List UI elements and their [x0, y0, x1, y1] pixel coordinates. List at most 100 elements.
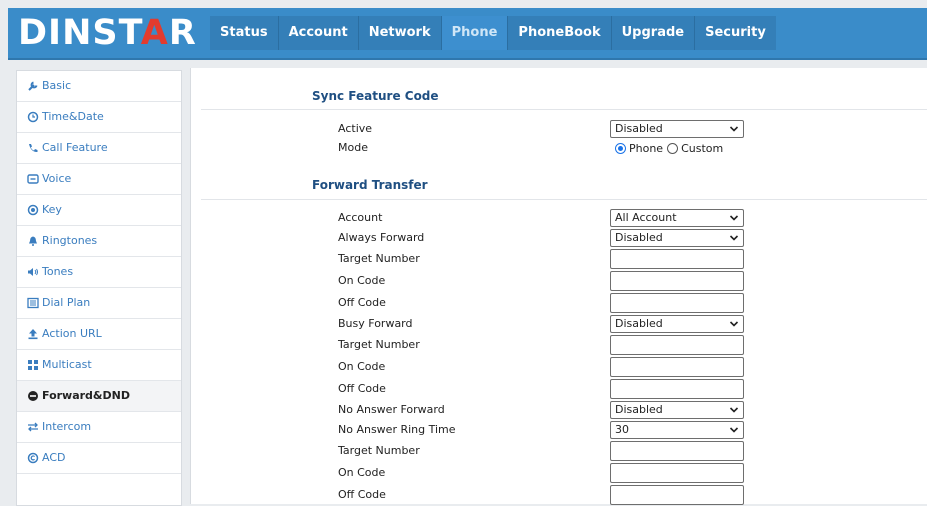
- no-answer-target-number-label: Target Number: [338, 444, 420, 457]
- sidebar-item-label: Basic: [42, 79, 72, 92]
- key-icon: [27, 204, 39, 216]
- nav-tab-account[interactable]: Account: [277, 16, 358, 50]
- always-forward-select[interactable]: Disabled: [610, 229, 744, 247]
- phone-icon: [27, 142, 39, 154]
- busy-on-code-input[interactable]: [610, 357, 744, 377]
- always-on-code-input[interactable]: [610, 271, 744, 291]
- no-answer-on-code-label: On Code: [338, 466, 386, 479]
- sidebar-item-label: Time&Date: [42, 110, 104, 123]
- always-target-number-input[interactable]: [610, 249, 744, 269]
- sidebar-item-action-url[interactable]: Action URL: [17, 319, 181, 350]
- account-label: Account: [338, 211, 383, 224]
- no-answer-ring-time-value: 30: [615, 423, 629, 436]
- busy-forward-value: Disabled: [615, 317, 663, 330]
- sidebar-item-acd[interactable]: ACD: [17, 443, 181, 474]
- sidebar-item-label: Tones: [42, 265, 74, 278]
- upload-icon: [27, 328, 39, 340]
- sidebar-item-time-date[interactable]: Time&Date: [17, 102, 181, 133]
- nav-tab-status[interactable]: Status: [210, 16, 278, 50]
- sidebar-item-forward-dnd[interactable]: Forward&DND: [17, 381, 181, 412]
- chevron-down-icon: [729, 126, 739, 132]
- busy-forward-label: Busy Forward: [338, 317, 413, 330]
- always-target-number-label: Target Number: [338, 252, 420, 265]
- mode-radio-group: Phone Custom: [615, 142, 727, 155]
- sidebar-item-key[interactable]: Key: [17, 195, 181, 226]
- clock-icon: [27, 111, 39, 123]
- nav-tab-phonebook[interactable]: PhoneBook: [507, 16, 611, 50]
- chevron-down-icon: [729, 321, 739, 327]
- sidebar-item-label: Voice: [42, 172, 72, 185]
- sidebar-item-label: Multicast: [42, 358, 92, 371]
- always-off-code-input[interactable]: [610, 293, 744, 313]
- sidebar-item-call-feature[interactable]: Call Feature: [17, 133, 181, 164]
- minus-circle-icon: [27, 390, 39, 402]
- nav-tab-network[interactable]: Network: [357, 16, 441, 50]
- busy-off-code-label: Off Code: [338, 382, 386, 395]
- sidebar: Basic Time&Date Call Feature Voice Key R…: [16, 70, 182, 506]
- no-answer-ring-time-label: No Answer Ring Time: [338, 423, 456, 436]
- sidebar-item-voice[interactable]: Voice: [17, 164, 181, 195]
- account-select[interactable]: All Account: [610, 209, 744, 227]
- list-icon: [27, 297, 39, 309]
- nav-tab-security[interactable]: Security: [694, 16, 776, 50]
- sidebar-item-multicast[interactable]: Multicast: [17, 350, 181, 381]
- busy-off-code-input[interactable]: [610, 379, 744, 399]
- chevron-down-icon: [729, 427, 739, 433]
- no-answer-off-code-input[interactable]: [610, 485, 744, 505]
- sidebar-item-label: Intercom: [42, 420, 92, 433]
- grid-icon: [27, 359, 39, 371]
- account-select-value: All Account: [615, 211, 677, 224]
- mode-label: Mode: [338, 141, 368, 154]
- sidebar-item-label: Action URL: [42, 327, 102, 340]
- section-divider: [201, 109, 927, 110]
- busy-target-number-input[interactable]: [610, 335, 744, 355]
- no-answer-off-code-label: Off Code: [338, 488, 386, 501]
- sidebar-item-label: ACD: [42, 451, 66, 464]
- mode-radio-custom[interactable]: [667, 143, 679, 154]
- sidebar-item-label: Forward&DND: [42, 389, 130, 402]
- chevron-down-icon: [729, 235, 739, 241]
- sidebar-item-tones[interactable]: Tones: [17, 257, 181, 288]
- sidebar-item-dial-plan[interactable]: Dial Plan: [17, 288, 181, 319]
- always-on-code-label: On Code: [338, 274, 386, 287]
- mode-radio-phone[interactable]: [615, 143, 626, 154]
- nav-tab-upgrade[interactable]: Upgrade: [610, 16, 695, 50]
- sidebar-item-label: Dial Plan: [42, 296, 91, 309]
- no-answer-ring-time-select[interactable]: 30: [610, 421, 744, 439]
- voice-icon: [27, 173, 39, 185]
- no-answer-forward-select[interactable]: Disabled: [610, 401, 744, 419]
- no-answer-on-code-input[interactable]: [610, 463, 744, 483]
- nav-tab-phone[interactable]: Phone: [440, 16, 508, 50]
- busy-forward-select[interactable]: Disabled: [610, 315, 744, 333]
- active-select[interactable]: Disabled: [610, 120, 744, 138]
- sidebar-item-intercom[interactable]: Intercom: [17, 412, 181, 443]
- active-label: Active: [338, 122, 373, 135]
- busy-on-code-label: On Code: [338, 360, 386, 373]
- top-header: DINSTAR Status Account Network Phone Pho…: [8, 8, 927, 60]
- always-forward-value: Disabled: [615, 231, 663, 244]
- copyright-icon: [27, 452, 39, 464]
- dinstar-logo: DINSTAR: [18, 13, 197, 53]
- sidebar-item-label: Ringtones: [42, 234, 98, 247]
- active-select-value: Disabled: [615, 122, 663, 135]
- chevron-down-icon: [729, 215, 739, 221]
- no-answer-target-number-input[interactable]: [610, 441, 744, 461]
- section-divider: [201, 199, 927, 200]
- no-answer-forward-value: Disabled: [615, 403, 663, 416]
- main-nav: Status Account Network Phone PhoneBook U…: [210, 16, 776, 50]
- sidebar-item-ringtones[interactable]: Ringtones: [17, 226, 181, 257]
- no-answer-forward-label: No Answer Forward: [338, 403, 445, 416]
- sidebar-item-basic[interactable]: Basic: [17, 71, 181, 102]
- chevron-down-icon: [729, 407, 739, 413]
- wrench-icon: [27, 80, 39, 92]
- busy-target-number-label: Target Number: [338, 338, 420, 351]
- speaker-icon: [27, 266, 39, 278]
- sync-feature-code-title: Sync Feature Code: [312, 89, 439, 103]
- mode-option-phone-label: Phone: [629, 142, 664, 155]
- swap-icon: [27, 421, 39, 433]
- always-off-code-label: Off Code: [338, 296, 386, 309]
- sidebar-item-label: Call Feature: [42, 141, 108, 154]
- always-forward-label: Always Forward: [338, 231, 425, 244]
- main-panel: Sync Feature Code Active Disabled Mode P…: [190, 68, 927, 505]
- mode-option-custom-label: Custom: [681, 142, 724, 155]
